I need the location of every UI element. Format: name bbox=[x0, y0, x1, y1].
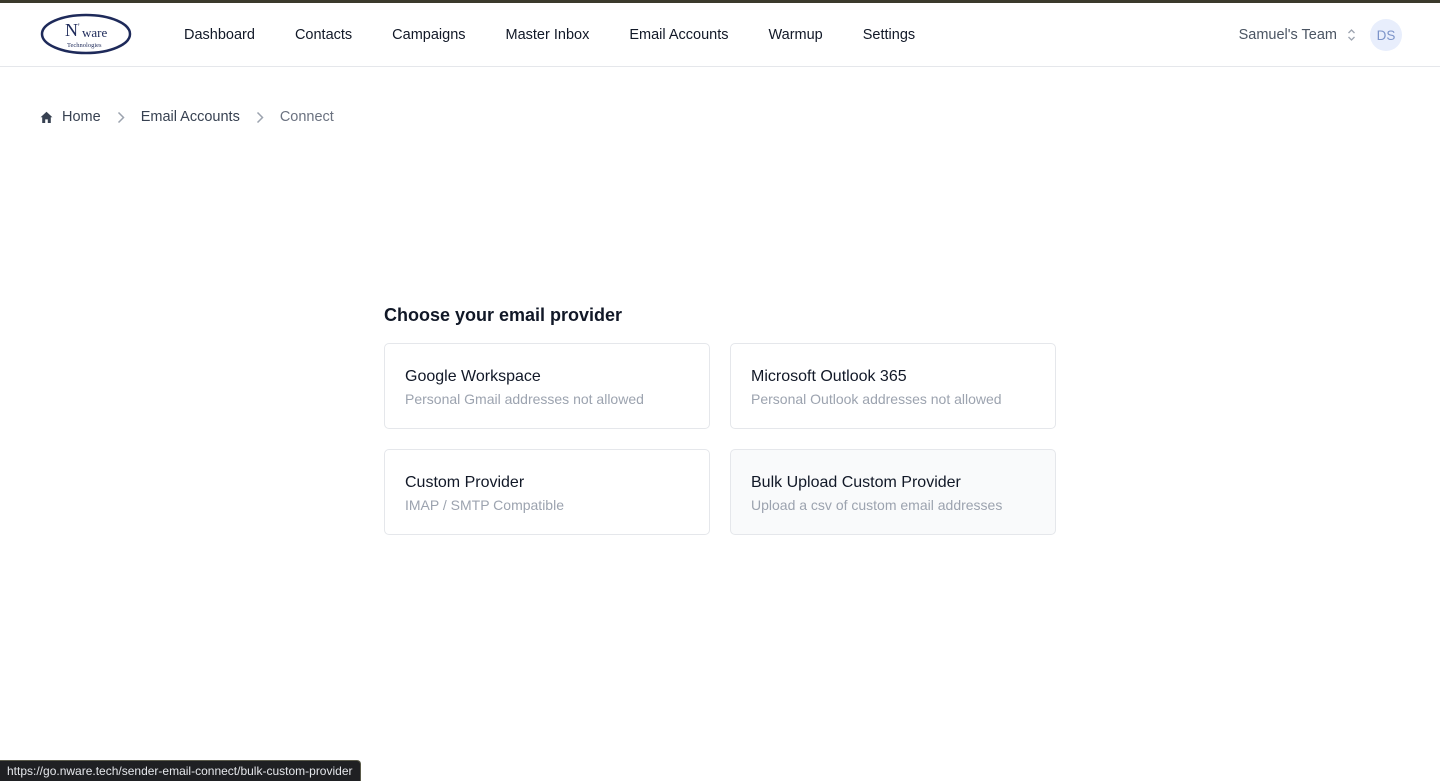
provider-title: Microsoft Outlook 365 bbox=[751, 368, 907, 385]
provider-card-custom[interactable]: Custom Provider IMAP / SMTP Compatible bbox=[384, 449, 710, 535]
provider-card-google[interactable]: Google Workspace Personal Gmail addresse… bbox=[384, 343, 710, 429]
top-navbar: N ' ware Technologies Dashboard Contacts… bbox=[0, 3, 1440, 67]
nav-warmup[interactable]: Warmup bbox=[768, 27, 822, 43]
nav-campaigns[interactable]: Campaigns bbox=[392, 27, 465, 43]
provider-card-outlook[interactable]: Microsoft Outlook 365 Personal Outlook a… bbox=[730, 343, 1056, 429]
provider-title: Custom Provider bbox=[405, 474, 525, 491]
chevron-right-icon bbox=[117, 111, 125, 124]
nav-dashboard[interactable]: Dashboard bbox=[184, 27, 255, 43]
provider-card-bulk-upload[interactable]: Bulk Upload Custom Provider Upload a csv… bbox=[730, 449, 1056, 535]
main-nav: Dashboard Contacts Campaigns Master Inbo… bbox=[184, 3, 955, 67]
brand-logo[interactable]: N ' ware Technologies bbox=[40, 13, 132, 55]
breadcrumb-current: Connect bbox=[279, 109, 334, 125]
nav-settings[interactable]: Settings bbox=[863, 27, 915, 43]
avatar[interactable]: DS bbox=[1370, 19, 1402, 51]
nav-contacts[interactable]: Contacts bbox=[295, 27, 352, 43]
provider-subtitle: Personal Outlook addresses not allowed bbox=[751, 391, 1002, 407]
page-heading: Choose your email provider bbox=[384, 305, 623, 325]
provider-title: Google Workspace bbox=[405, 368, 541, 385]
breadcrumb: Home Email Accounts Connect bbox=[40, 106, 334, 128]
nav-email-accounts[interactable]: Email Accounts bbox=[629, 27, 728, 43]
link-status-bar: https://go.nware.tech/sender-email-conne… bbox=[0, 760, 361, 781]
provider-subtitle: IMAP / SMTP Compatible bbox=[405, 497, 564, 513]
svg-text:ware: ware bbox=[82, 25, 107, 40]
chevron-up-down-icon bbox=[1347, 28, 1356, 42]
breadcrumb-home[interactable]: Home bbox=[62, 109, 101, 125]
breadcrumb-email-accounts[interactable]: Email Accounts bbox=[141, 109, 240, 125]
svg-text:Technologies: Technologies bbox=[67, 42, 102, 49]
team-switcher[interactable]: Samuel's Team bbox=[1239, 3, 1356, 67]
provider-subtitle: Upload a csv of custom email addresses bbox=[751, 497, 1003, 513]
chevron-right-icon bbox=[256, 111, 264, 124]
home-icon[interactable] bbox=[40, 111, 53, 124]
nav-master-inbox[interactable]: Master Inbox bbox=[506, 27, 590, 43]
svg-text:N: N bbox=[65, 20, 78, 40]
provider-title: Bulk Upload Custom Provider bbox=[751, 474, 961, 491]
svg-text:': ' bbox=[78, 22, 80, 32]
team-name: Samuel's Team bbox=[1238, 27, 1337, 43]
provider-subtitle: Personal Gmail addresses not allowed bbox=[405, 391, 644, 407]
